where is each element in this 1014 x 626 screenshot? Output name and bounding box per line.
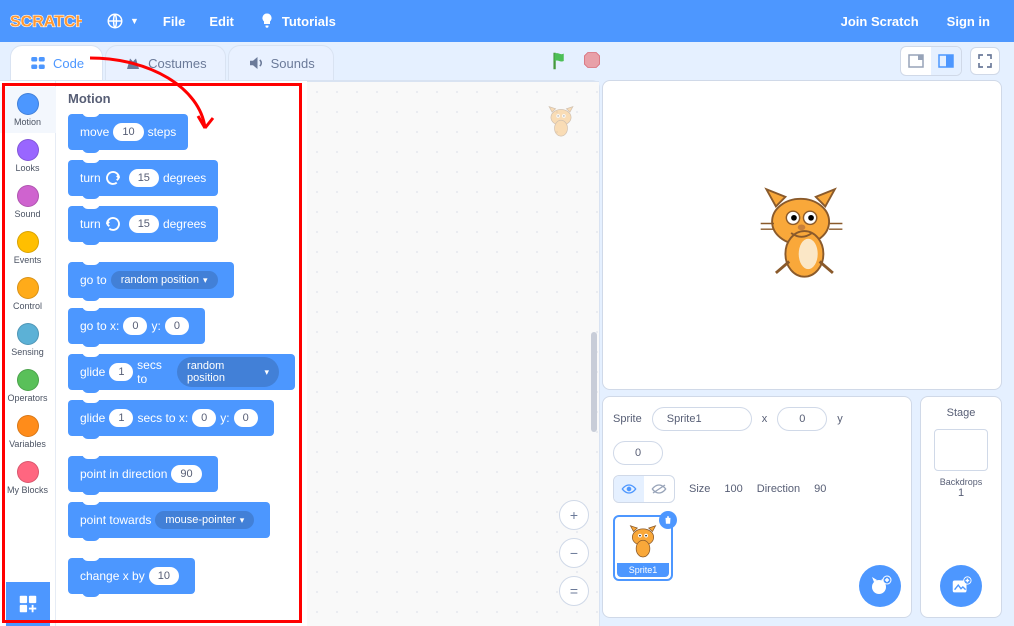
stage-canvas[interactable] <box>602 80 1002 390</box>
sprite-thumbnail[interactable]: Sprite1 <box>613 515 673 581</box>
delete-sprite-button[interactable] <box>659 511 677 529</box>
backdrop-thumbnail[interactable] <box>934 429 988 471</box>
tab-code[interactable]: Code <box>10 45 103 80</box>
zoom-out-button[interactable]: − <box>559 538 589 568</box>
visibility-toggle <box>613 475 675 503</box>
sprite-name-input[interactable]: Sprite1 <box>652 407 752 431</box>
tutorials-menu[interactable]: Tutorials <box>246 0 348 42</box>
code-icon <box>29 54 47 72</box>
category-myblocks[interactable]: My Blocks <box>0 455 56 501</box>
stage-size-toggle <box>900 46 962 76</box>
image-plus-icon <box>950 575 972 597</box>
stop-icon[interactable] <box>582 50 602 70</box>
add-extension-button[interactable] <box>6 582 50 626</box>
eye-off-icon <box>651 483 667 495</box>
category-looks[interactable]: Looks <box>0 133 56 179</box>
small-stage-button[interactable] <box>901 47 931 75</box>
category-sound[interactable]: Sound <box>0 179 56 225</box>
stage-panel: Stage Backdrops 1 <box>920 396 1002 618</box>
sprite-size-input[interactable]: 100 <box>724 483 742 495</box>
turn-cw-icon <box>104 169 122 187</box>
blocks-palette: Motion move10steps turn 15degrees turn 1… <box>56 81 307 626</box>
block-turn-ccw[interactable]: turn 15degrees <box>68 206 218 242</box>
category-sensing[interactable]: Sensing <box>0 317 56 363</box>
tab-sounds[interactable]: Sounds <box>228 45 334 80</box>
block-point-direction[interactable]: point in direction90 <box>68 456 218 492</box>
join-scratch-link[interactable]: Join Scratch <box>827 14 933 29</box>
block-glide-random[interactable]: glide1secs torandom position <box>68 354 295 390</box>
top-menu-bar: SCRATCH ▼ File Edit Tutorials Join Scrat… <box>0 0 1014 42</box>
category-column: Motion Looks Sound Events Control Sensin… <box>0 81 56 626</box>
block-change-x[interactable]: change x by10 <box>68 558 195 594</box>
block-move-steps[interactable]: move10steps <box>68 114 188 150</box>
category-variables[interactable]: Variables <box>0 409 56 455</box>
scratch-logo[interactable]: SCRATCH <box>10 7 82 35</box>
edit-menu[interactable]: Edit <box>197 0 246 42</box>
right-column: Sprite Sprite1 x 0 y 0 Size 100 Directio… <box>600 80 1010 626</box>
add-sprite-button[interactable] <box>859 565 901 607</box>
category-operators[interactable]: Operators <box>0 363 56 409</box>
sprite-y-input[interactable]: 0 <box>613 441 663 465</box>
palette-heading: Motion <box>68 91 295 106</box>
show-sprite-button[interactable] <box>614 476 644 502</box>
zoom-reset-button[interactable]: = <box>559 576 589 606</box>
category-events[interactable]: Events <box>0 225 56 271</box>
sprite-x-input[interactable]: 0 <box>777 407 827 431</box>
file-menu[interactable]: File <box>151 0 197 42</box>
block-turn-cw[interactable]: turn 15degrees <box>68 160 218 196</box>
costumes-icon <box>124 54 142 72</box>
stage-title: Stage <box>947 407 976 419</box>
zoom-in-button[interactable]: + <box>559 500 589 530</box>
block-goto-xy[interactable]: go to x:0y:0 <box>68 308 205 344</box>
block-goto-random[interactable]: go torandom position <box>68 262 234 298</box>
blocks-panel: Motion Looks Sound Events Control Sensin… <box>0 80 600 626</box>
eye-icon <box>621 483 637 495</box>
language-menu[interactable]: ▼ <box>94 0 151 42</box>
script-workspace[interactable]: + − = <box>307 81 599 626</box>
turn-ccw-icon <box>104 215 122 233</box>
tab-costumes[interactable]: Costumes <box>105 45 226 80</box>
large-stage-button[interactable] <box>931 47 961 75</box>
hide-sprite-button[interactable] <box>644 476 674 502</box>
globe-icon <box>106 12 124 30</box>
sprite-direction-input[interactable]: 90 <box>814 483 826 495</box>
extension-icon <box>17 593 39 615</box>
fullscreen-button[interactable] <box>970 47 1000 75</box>
category-motion[interactable]: Motion <box>0 87 56 133</box>
fullscreen-icon <box>977 53 993 69</box>
category-control[interactable]: Control <box>0 271 56 317</box>
sounds-icon <box>247 54 265 72</box>
add-backdrop-button[interactable] <box>940 565 982 607</box>
cat-plus-icon <box>868 574 892 598</box>
sprite-label: Sprite <box>613 413 642 425</box>
main-area: Motion Looks Sound Events Control Sensin… <box>0 80 1014 626</box>
sign-in-link[interactable]: Sign in <box>933 14 1004 29</box>
svg-text:SCRATCH: SCRATCH <box>10 14 82 31</box>
green-flag-icon[interactable] <box>550 50 572 72</box>
trash-icon <box>663 515 673 525</box>
sprite-info-panel: Sprite Sprite1 x 0 y 0 Size 100 Directio… <box>602 396 912 618</box>
block-glide-xy[interactable]: glide1secs to x:0y:0 <box>68 400 274 436</box>
lightbulb-icon <box>258 12 276 30</box>
tab-row: Code Costumes Sounds <box>0 42 1014 80</box>
sprite-on-stage[interactable] <box>755 183 850 288</box>
workspace-scrollbar[interactable] <box>591 332 597 432</box>
block-point-towards[interactable]: point towardsmouse-pointer <box>68 502 270 538</box>
sprite-watermark <box>543 102 579 145</box>
